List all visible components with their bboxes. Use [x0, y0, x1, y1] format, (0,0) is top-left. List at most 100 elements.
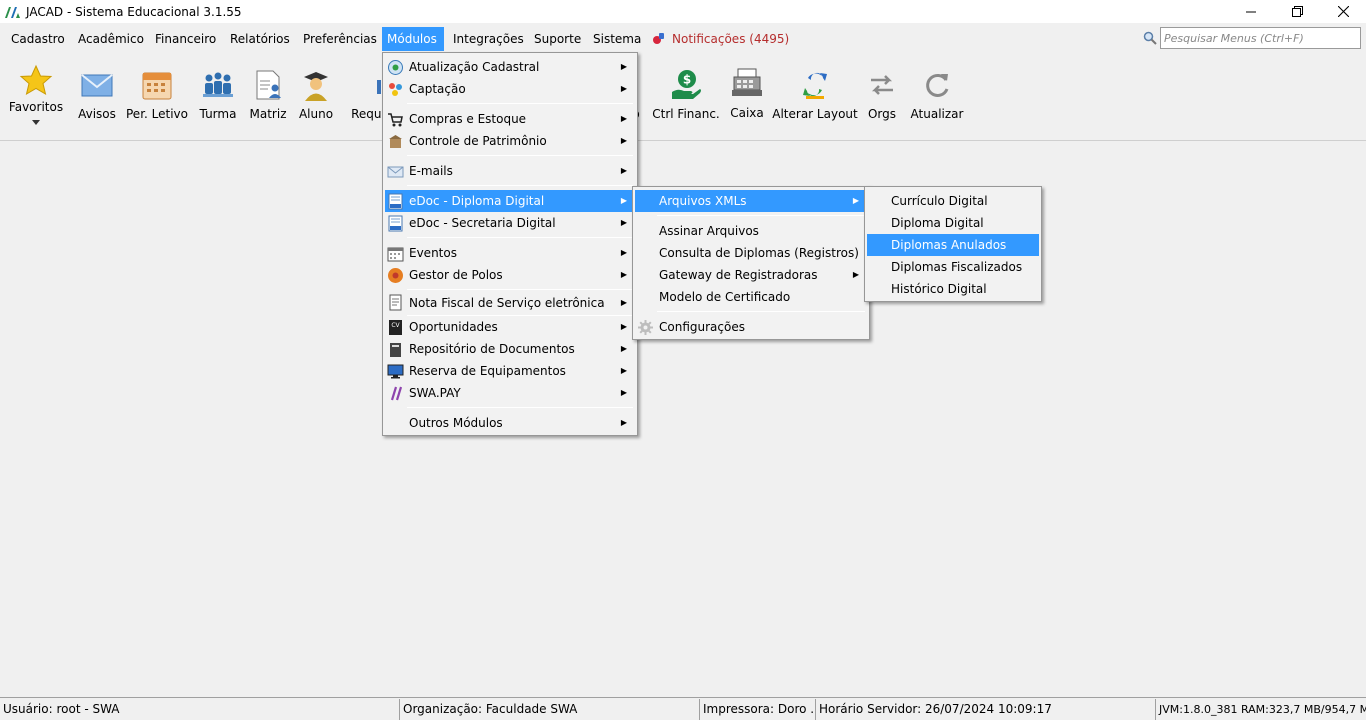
student-icon: [304, 72, 328, 101]
capture-icon: [389, 83, 402, 96]
menu-item-oportunidades[interactable]: CV Oportunidades ▶: [385, 316, 635, 338]
submenu-arrow-icon: ▶: [852, 270, 859, 279]
caixa-button[interactable]: Caixa: [726, 54, 768, 140]
edoc-diploma-submenu: Arquivos XMLs ▶ Assinar Arquivos Consulta…: [632, 186, 870, 340]
submenu-arrow-icon: ▶: [620, 136, 627, 145]
search-icon: [1143, 31, 1157, 45]
avisos-label: Avisos: [78, 107, 116, 121]
orgs-button[interactable]: Orgs: [862, 54, 902, 140]
menu-cadastro[interactable]: Cadastro: [6, 27, 70, 51]
toolbar: Favoritos Avisos Per. Letivo Turma Matri…: [0, 54, 1366, 141]
doc-icon: [388, 193, 403, 210]
menu-item-captacao[interactable]: Captação ▶: [385, 78, 635, 100]
atualizar-label: Atualizar: [910, 107, 964, 121]
menu-financeiro[interactable]: Financeiro: [150, 27, 221, 51]
menu-item-eventos[interactable]: Eventos ▶: [385, 242, 635, 264]
atualizar-button[interactable]: Atualizar: [910, 54, 964, 140]
menu-item-diplomas-fiscalizados[interactable]: Diplomas Fiscalizados: [867, 256, 1039, 278]
avisos-button[interactable]: Avisos: [74, 54, 120, 140]
submenu-arrow-icon: ▶: [620, 84, 627, 93]
menu-item-edoc-diploma-digital[interactable]: eDoc - Diploma Digital ▶: [385, 190, 635, 212]
menu-item-edoc-secretaria-digital[interactable]: eDoc - Secretaria Digital ▶: [385, 212, 635, 234]
restore-button[interactable]: [1274, 0, 1320, 23]
layout-recycle-icon: [803, 72, 827, 99]
menu-item-swapay[interactable]: SWA.PAY ▶: [385, 382, 635, 404]
submenu-arrow-icon: ▶: [620, 270, 627, 279]
submenu-arrow-icon: ▶: [620, 218, 627, 227]
status-jvm: JVM:1.8.0_381 RAM:323,7 MB/954,7 MB: [1159, 703, 1366, 716]
menu-integracoes[interactable]: Integrações: [448, 27, 529, 51]
favoritos-button[interactable]: Favoritos: [8, 54, 64, 140]
menu-academico[interactable]: Acadêmico: [73, 27, 149, 51]
submenu-arrow-icon: ▶: [620, 166, 627, 175]
menu-item-consulta-diplomas[interactable]: Consulta de Diplomas (Registros): [635, 242, 867, 264]
menu-separator: [407, 237, 633, 238]
menu-item-reserva-equipamentos[interactable]: Reserva de Equipamentos ▶: [385, 360, 635, 382]
status-printer: Impressora: Doro ...: [700, 699, 816, 720]
window-title: JACAD - Sistema Educacional 3.1.55: [26, 4, 242, 19]
close-button[interactable]: [1320, 0, 1366, 23]
cart-icon: [388, 113, 403, 127]
modulos-dropdown: Atualização Cadastral ▶ Captação ▶ Compras…: [382, 52, 638, 436]
submenu-arrow-icon: ▶: [620, 388, 627, 397]
ctrl-financ-label: Ctrl Financ.: [652, 107, 720, 121]
menu-item-controle-patrimonio[interactable]: Controle de Patrimônio ▶: [385, 130, 635, 152]
favoritos-label: Favoritos: [8, 100, 64, 114]
invoice-icon: [389, 294, 402, 311]
menu-item-diplomas-anulados[interactable]: Diplomas Anulados: [867, 234, 1039, 256]
submenu-arrow-icon: ▶: [620, 298, 627, 307]
menu-item-gestor-polos[interactable]: Gestor de Polos ▶: [385, 264, 635, 286]
aluno-button[interactable]: Aluno: [294, 54, 338, 140]
menu-item-gateway-registradoras[interactable]: Gateway de Registradoras ▶: [635, 264, 867, 286]
update-icon: [388, 60, 403, 75]
submenu-arrow-icon: ▶: [620, 114, 627, 123]
matriz-button[interactable]: Matriz: [246, 54, 290, 140]
menu-item-curriculo-digital[interactable]: Currículo Digital: [867, 190, 1039, 212]
cash-register-icon: [732, 68, 762, 96]
search-input[interactable]: [1160, 27, 1361, 49]
notifications-link[interactable]: Notificações (4495): [652, 27, 789, 51]
repository-icon: [390, 343, 401, 357]
menu-separator: [407, 407, 633, 408]
refresh-icon: [926, 73, 949, 97]
submenu-arrow-icon: ▶: [620, 322, 627, 331]
menu-item-emails[interactable]: E-mails ▶: [385, 160, 635, 182]
group-icon: [203, 72, 233, 97]
alterar-layout-button[interactable]: Alterar Layout: [772, 54, 858, 140]
menu-preferencias[interactable]: Preferências: [298, 27, 382, 51]
minimize-button[interactable]: [1228, 0, 1274, 23]
notifications-label: Notificações (4495): [672, 32, 790, 46]
requerimento-button[interactable]: Reque: [344, 54, 389, 140]
menu-item-assinar-arquivos[interactable]: Assinar Arquivos: [635, 220, 867, 242]
orgs-label: Orgs: [867, 107, 897, 121]
menu-sistema[interactable]: Sistema: [588, 27, 646, 51]
menu-modulos[interactable]: Módulos: [382, 27, 444, 51]
menu-separator: [657, 215, 865, 216]
menu-item-modelo-certificado[interactable]: Modelo de Certificado: [635, 286, 867, 308]
menu-item-configuracoes[interactable]: Configurações: [635, 316, 867, 338]
menu-item-compras-estoque[interactable]: Compras e Estoque ▶: [385, 108, 635, 130]
events-icon: [387, 247, 404, 262]
menu-item-nota-fiscal[interactable]: Nota Fiscal de Serviço eletrônica ▶: [385, 290, 635, 316]
turma-button[interactable]: Turma: [196, 54, 240, 140]
minimize-icon: [1246, 11, 1256, 12]
poles-icon: [388, 268, 403, 283]
menu-item-historico-digital[interactable]: Histórico Digital: [867, 278, 1039, 300]
submenu-arrow-icon: ▶: [852, 196, 859, 205]
jacad-logo-icon: [5, 6, 20, 18]
calendar-icon: [142, 72, 172, 100]
per-letivo-button[interactable]: Per. Letivo: [126, 54, 188, 140]
menu-suporte[interactable]: Suporte: [529, 27, 586, 51]
menu-item-outros-modulos[interactable]: Outros Módulos ▶: [385, 412, 635, 434]
ctrl-financ-button[interactable]: $ Ctrl Financ.: [652, 54, 720, 140]
menu-relatorios[interactable]: Relatórios: [225, 27, 295, 51]
menu-item-atualizacao-cadastral[interactable]: Atualização Cadastral ▶: [385, 56, 635, 78]
monitor-icon: [387, 364, 404, 379]
status-user: Usuário: root - SWA: [0, 699, 400, 720]
menu-bar: Cadastro Acadêmico Financeiro Relatórios…: [0, 26, 1366, 52]
envelope-icon: [81, 74, 113, 97]
email-icon: [387, 166, 404, 178]
menu-item-arquivos-xmls[interactable]: Arquivos XMLs ▶: [635, 190, 867, 212]
menu-item-diploma-digital[interactable]: Diploma Digital: [867, 212, 1039, 234]
menu-item-repositorio-documentos[interactable]: Repositório de Documentos ▶: [385, 338, 635, 360]
